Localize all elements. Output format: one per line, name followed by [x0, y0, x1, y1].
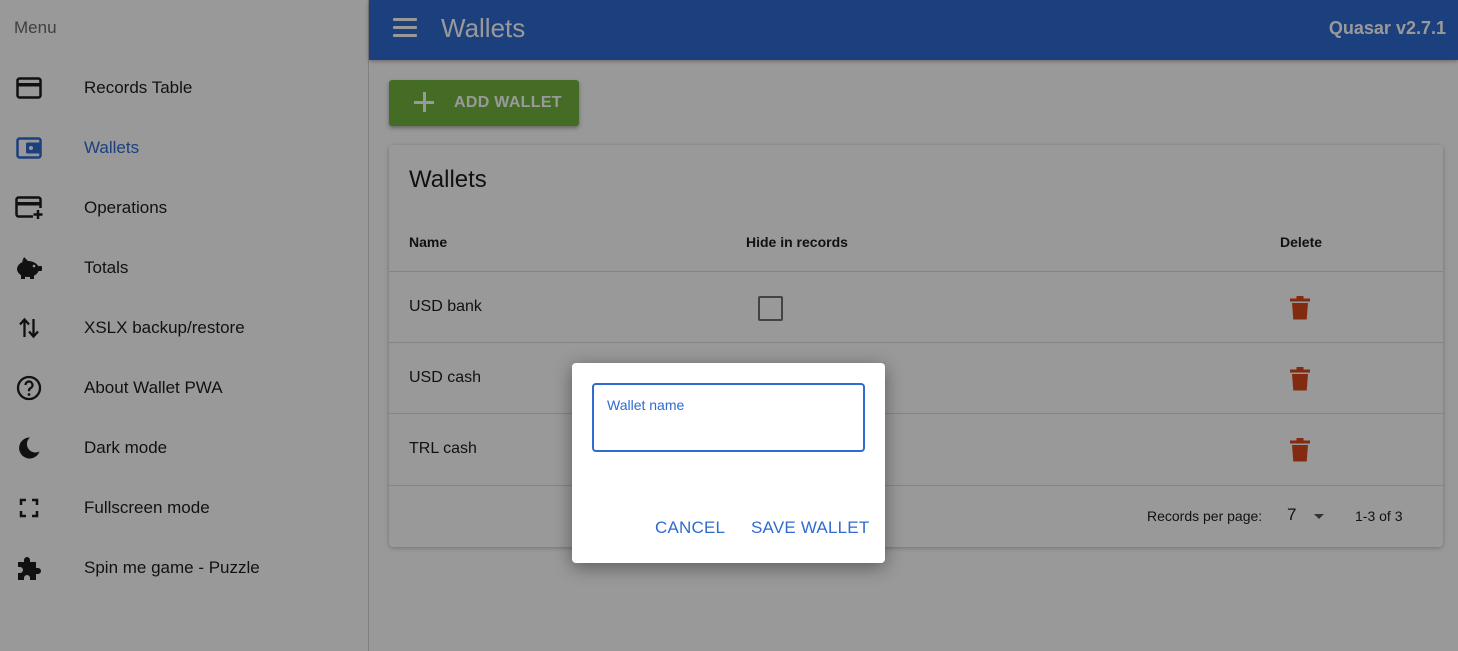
wallet-name-label: Wallet name [607, 397, 685, 413]
add-wallet-dialog: Wallet name CANCEL SAVE WALLET [572, 363, 885, 563]
wallet-name-input[interactable] [606, 417, 851, 443]
save-wallet-button[interactable]: SAVE WALLET [751, 518, 869, 538]
cancel-button[interactable]: CANCEL [655, 518, 725, 538]
wallet-name-field[interactable]: Wallet name [592, 383, 865, 452]
